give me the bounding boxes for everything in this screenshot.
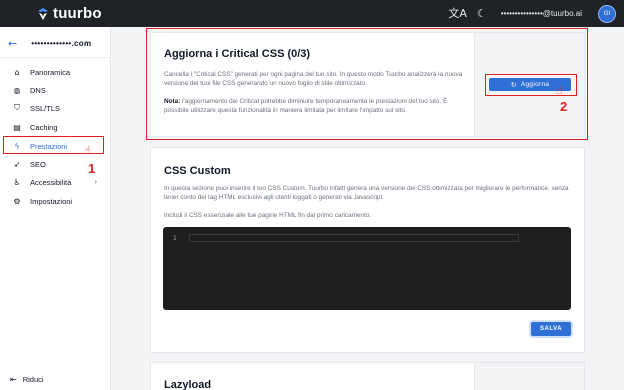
back-arrow-icon[interactable]: ←: [8, 37, 17, 50]
reduce-sidebar-button[interactable]: ⇤ Riduci: [10, 375, 44, 384]
sidebar-item-label: Caching: [30, 122, 58, 132]
account-email: •••••••••••••••@tuurbo.ai: [500, 9, 582, 18]
line-number: 1: [173, 235, 177, 242]
custom-css-editor[interactable]: 1: [163, 227, 571, 310]
avatar[interactable]: GI: [598, 4, 616, 23]
custom-css-title: CSS Custom: [164, 165, 231, 177]
logo[interactable]: tuurbo: [36, 5, 102, 22]
globe-icon: ◍: [13, 85, 21, 95]
rocket-icon: ➶: [13, 159, 21, 169]
sidebar-divider: [0, 57, 111, 58]
home-icon: ⌂: [14, 67, 20, 77]
sidebar-item-caching[interactable]: ▤ Caching: [6, 118, 105, 136]
sidebar: ← •••••••••••••.com ⌂ Panoramica ◍ DNS ⛉…: [0, 27, 111, 390]
collapse-icon: ⇤: [10, 375, 17, 384]
domain-name: •••••••••••••.com: [31, 39, 92, 48]
top-bar: tuurbo 文A ☾ •••••••••••••••@tuurbo.ai GI: [0, 0, 624, 27]
custom-css-description: In questa sezione puoi inserire il tuo C…: [164, 185, 569, 201]
lazyload-title: Lazyload: [164, 379, 212, 390]
custom-css-hint: Includi il CSS essenziale alle tue pagin…: [164, 212, 372, 219]
server-icon: ▤: [13, 122, 21, 132]
shield-icon: ⛉: [14, 103, 20, 112]
cursor-pointer-icon: ☝: [556, 84, 563, 97]
save-button[interactable]: SALVA: [531, 322, 571, 336]
sidebar-item-dns[interactable]: ◍ DNS: [6, 81, 105, 99]
lazyload-action-panel: [474, 363, 584, 390]
editor-active-line: [189, 234, 519, 242]
moon-icon[interactable]: ☾: [477, 8, 487, 19]
sidebar-item-impostazioni[interactable]: ⚙ Impostazioni: [6, 192, 105, 210]
sidebar-item-label: Panoramica: [30, 67, 71, 77]
sidebar-item-panoramica[interactable]: ⌂ Panoramica: [6, 63, 105, 81]
tuurbo-logo-icon: [38, 7, 48, 20]
cursor-pointer-icon: ☝: [84, 144, 91, 157]
sidebar-item-label: SEO: [30, 159, 46, 169]
sidebar-item-ssl[interactable]: ⛉ SSL/TLS: [6, 99, 105, 117]
sidebar-item-label: SSL/TLS: [30, 103, 61, 113]
chevron-right-icon: ›: [94, 178, 97, 186]
translate-icon[interactable]: 文A: [448, 8, 467, 19]
sidebar-item-label: Impostazioni: [30, 196, 73, 206]
reduce-label: Riduci: [22, 375, 44, 384]
accessibility-icon: ♿: [13, 177, 21, 187]
sidebar-item-label: Accessibilità: [30, 177, 72, 187]
annotation-highlight-critical-card: [146, 28, 588, 140]
gear-icon: ⚙: [13, 196, 21, 206]
lazyload-card: Lazyload: [150, 362, 585, 390]
annotation-step-2: 2: [560, 99, 568, 114]
logo-text: tuurbo: [53, 5, 102, 22]
sidebar-item-label: DNS: [30, 85, 46, 95]
annotation-step-1: 1: [88, 161, 96, 176]
